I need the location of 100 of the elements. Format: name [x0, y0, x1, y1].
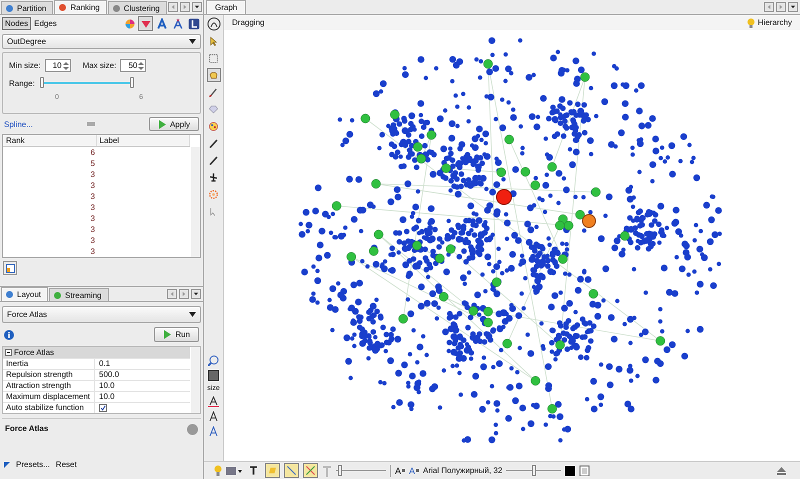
caret-icon [189, 312, 196, 317]
play-icon [158, 120, 166, 128]
property-name: Auto stabilize function [3, 403, 95, 413]
max-size-spinner[interactable]: 50 [120, 59, 146, 72]
property-value[interactable]: 0.1 [95, 359, 110, 369]
edge-scale-slider[interactable] [336, 465, 386, 476]
bold-t-icon [248, 465, 259, 476]
min-size-spinner[interactable]: 10 [44, 59, 71, 72]
edge-color-toggle[interactable] [303, 463, 318, 478]
scrollbar[interactable] [191, 147, 200, 257]
font-icon[interactable] [208, 411, 219, 422]
label-toggle[interactable] [265, 463, 280, 478]
settings-icon [188, 18, 200, 30]
caret-icon [194, 4, 200, 10]
edge-toggle[interactable] [284, 463, 299, 478]
collapse-icon [5, 349, 12, 356]
min-size-label: Min size: [9, 61, 41, 70]
label-icon [267, 465, 278, 476]
lightbulb-icon[interactable] [214, 464, 222, 476]
flower-icon [208, 188, 219, 200]
column-header[interactable]: Rank [3, 135, 96, 146]
color-swatch[interactable] [565, 466, 576, 476]
spinner-arrows-icon [138, 60, 144, 70]
font-color-button[interactable]: A [409, 466, 420, 476]
minus-icon [86, 122, 95, 126]
lightbulb-icon [746, 18, 755, 28]
layout-algorithm-dropdown[interactable]: Force Atlas [2, 306, 201, 323]
rank-cell-text: 6 [90, 147, 95, 158]
menu-button[interactable] [192, 2, 202, 12]
ranking-settings-tool[interactable] [186, 16, 201, 31]
rank-cell-text: 3 [90, 224, 95, 235]
text-color-icon [156, 18, 168, 30]
background-color-icon[interactable] [208, 370, 219, 381]
rank-cell-text: 3 [90, 213, 95, 224]
font-scale-slider[interactable] [506, 465, 562, 476]
graph-tab[interactable]: Graph [206, 0, 246, 14]
tab-icon [53, 290, 62, 300]
subtab[interactable]: Nodes [2, 17, 32, 30]
tab-icon [5, 4, 14, 12]
mode-label: Dragging [232, 18, 264, 27]
apply-button[interactable]: Apply [148, 117, 199, 131]
checkbox[interactable] [99, 404, 107, 412]
palette-tool[interactable] [206, 119, 220, 133]
rank-cell-text: 3 [90, 169, 95, 180]
drag-tool[interactable] [206, 68, 220, 82]
spline-link[interactable]: Spline... [4, 120, 33, 128]
range-max-handle[interactable] [130, 77, 134, 88]
info-icon[interactable] [4, 330, 14, 340]
play-icon [163, 330, 172, 339]
screenshot-icon[interactable] [226, 466, 242, 476]
tab-icon [5, 290, 14, 299]
range-label: Range: [9, 78, 35, 88]
panel-tab[interactable]: Layout [1, 287, 48, 301]
property-value[interactable]: 10.0 [95, 381, 115, 391]
property-value[interactable]: 500.0 [95, 370, 120, 380]
font-size-button[interactable]: A [395, 466, 406, 476]
cursor-icon [208, 36, 219, 46]
panel-tab[interactable]: Clustering [108, 1, 167, 14]
presets-link[interactable]: Presets... [16, 460, 50, 469]
rank-cell-text: 3 [90, 180, 95, 191]
table-view-button[interactable] [3, 261, 17, 275]
range-min-handle[interactable] [40, 77, 44, 88]
section-header[interactable]: Force Atlas [3, 347, 190, 358]
right-arrow-icon [181, 291, 187, 297]
help-icon[interactable] [187, 424, 198, 435]
flag-icon [4, 462, 10, 468]
font-name-label[interactable]: Arial Полужирный, 32 [423, 466, 502, 475]
hierarchy-label[interactable]: Hierarchy [758, 18, 792, 27]
font-size-icon[interactable] [208, 426, 219, 437]
run-button[interactable]: Run [154, 327, 199, 342]
property-name: Repulsion strength [3, 370, 95, 380]
spinner-arrows-icon [62, 60, 69, 70]
menu-button[interactable] [191, 289, 201, 299]
eject-icon[interactable] [777, 466, 786, 474]
tab-icon [58, 3, 68, 12]
panel-tab[interactable]: Streaming [49, 288, 108, 301]
zoom-icon[interactable] [208, 355, 219, 366]
max-size-label: Max size: [82, 61, 116, 70]
description-title: Force Atlas [5, 424, 48, 433]
scrollbar[interactable] [191, 347, 200, 413]
menu-button[interactable] [788, 2, 798, 12]
property-name: Inertia [3, 359, 95, 369]
ranking-size-tool[interactable] [138, 16, 153, 31]
slider-thumb[interactable] [338, 465, 342, 476]
clipboard-icon[interactable] [579, 465, 590, 476]
subtab[interactable]: Edges [31, 17, 60, 30]
caret-icon [189, 39, 196, 44]
scroll-left-button[interactable] [168, 2, 178, 12]
panel-tab[interactable]: Ranking [54, 0, 107, 14]
panel-tab[interactable]: Partition [1, 1, 54, 14]
font-color-icon[interactable] [208, 396, 219, 407]
property-value[interactable]: 10.0 [95, 392, 115, 402]
left-arrow-icon [766, 4, 772, 10]
attribute-dropdown[interactable]: OutDegree [2, 34, 201, 49]
column-header[interactable]: Label [96, 135, 190, 146]
caret-icon [193, 291, 199, 297]
rank-cell-text: 3 [90, 191, 95, 202]
reset-link[interactable]: Reset [56, 460, 77, 469]
selection-rectangle-icon [208, 52, 219, 64]
slider-thumb[interactable] [532, 465, 536, 476]
